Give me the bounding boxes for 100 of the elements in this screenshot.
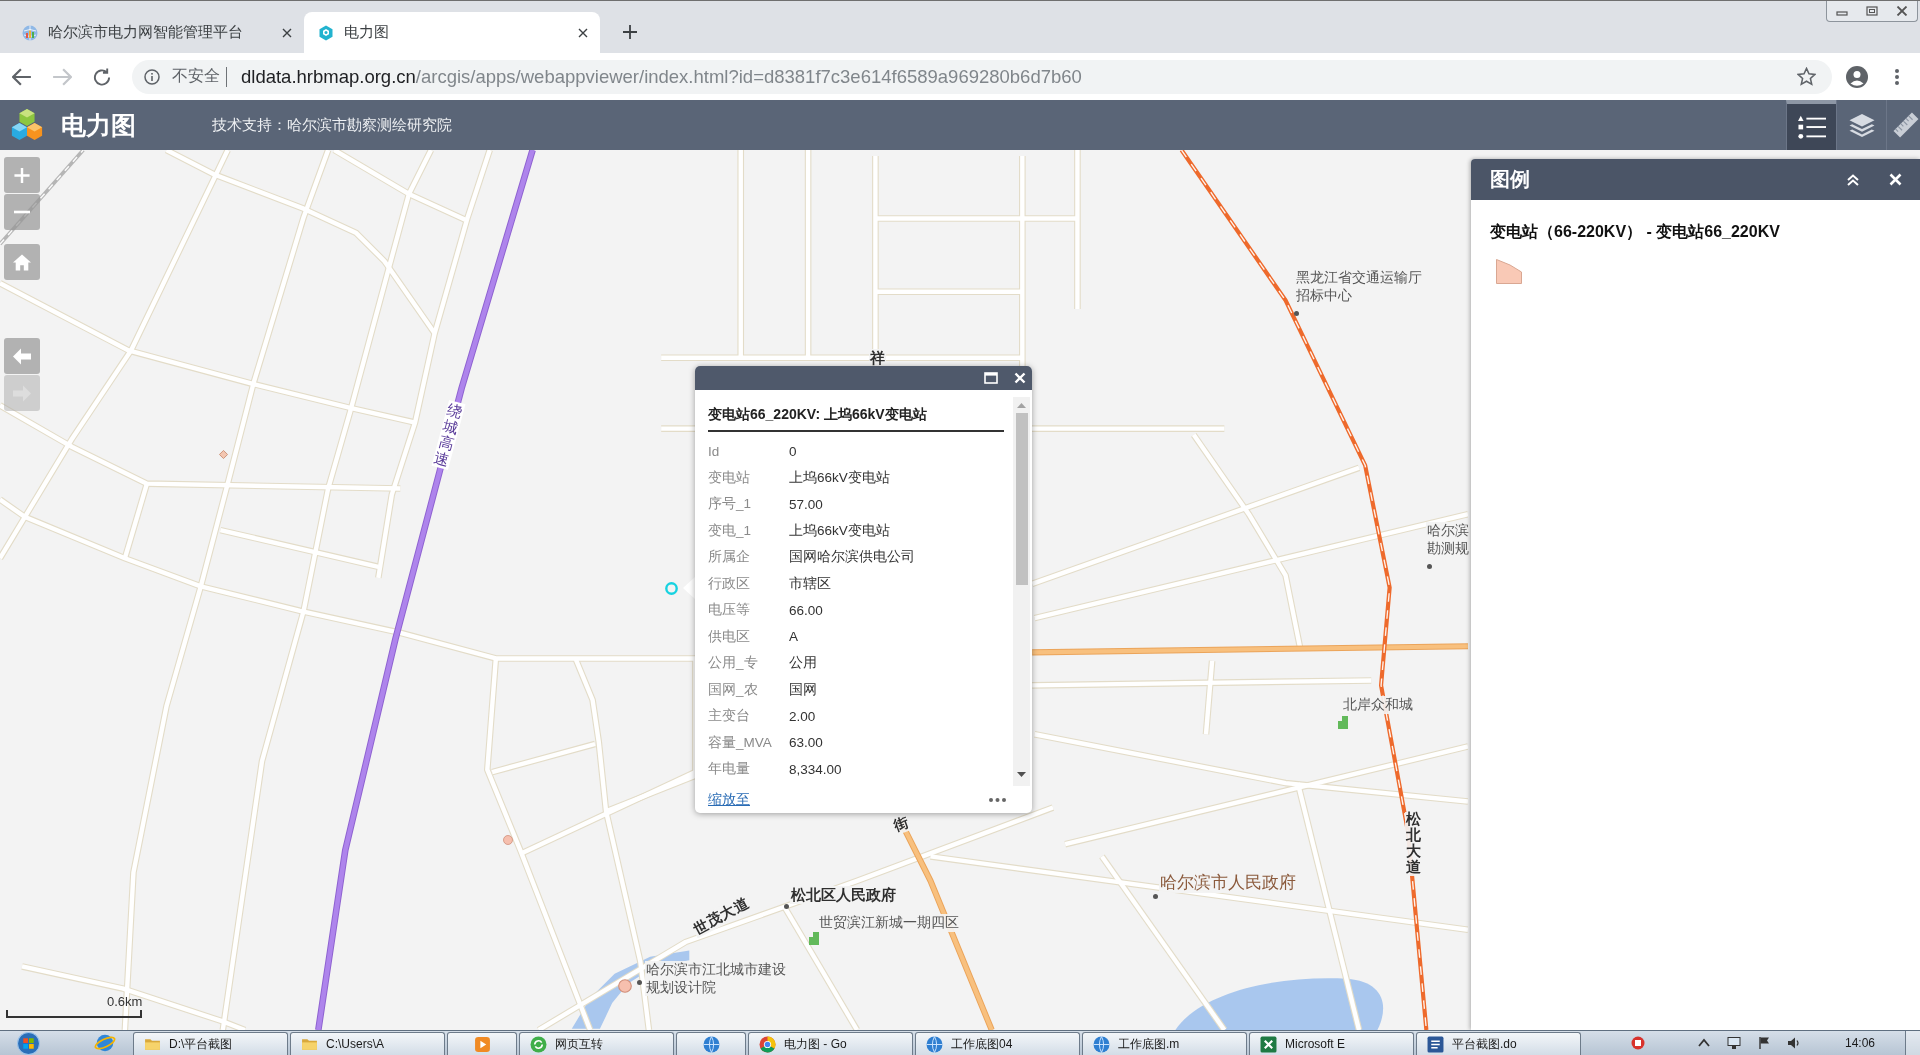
map-view[interactable] <box>0 150 1920 1030</box>
point-marker-icon[interactable] <box>637 980 642 985</box>
place-label: 哈尔滨市人民政府 <box>1159 872 1297 894</box>
app-tray-icon[interactable] <box>1630 1036 1645 1050</box>
info-icon[interactable] <box>144 68 160 85</box>
reload-icon[interactable] <box>92 67 112 86</box>
legend-title: 图例 <box>1490 167 1530 192</box>
place-label: 世贸滨江新城一期四区 <box>818 914 960 932</box>
zoom-to-link[interactable]: 缩放至 <box>708 790 750 809</box>
list-icon <box>1797 114 1826 140</box>
field-value: 上坞66kV变电站 <box>789 521 890 540</box>
taskbar-button[interactable]: Microsoft E <box>1249 1032 1414 1055</box>
browser-tab[interactable]: 电力图 <box>304 12 600 53</box>
circle-marker-icon[interactable] <box>618 979 632 993</box>
taskbar-button[interactable]: C:\Users\A <box>290 1032 445 1055</box>
scrollbar-thumb[interactable] <box>1015 413 1028 585</box>
app-title: 电力图 <box>61 109 136 141</box>
field-value: 8,334.00 <box>789 761 842 777</box>
star-icon[interactable] <box>1797 67 1816 86</box>
field-label: 供电区 <box>708 627 750 646</box>
point-marker-icon[interactable] <box>784 904 789 909</box>
field-label: 容量_MVA <box>708 733 772 752</box>
browser-icon <box>759 1035 776 1053</box>
globe-icon[interactable] <box>94 1033 116 1053</box>
field-label: 年电量 <box>708 760 750 779</box>
start-orb-icon[interactable] <box>17 1031 40 1055</box>
taskbar-button[interactable]: D:\平台截图 <box>133 1032 288 1055</box>
close-icon[interactable] <box>282 27 292 38</box>
show-desktop-button[interactable] <box>1905 1031 1920 1055</box>
circle-marker-icon[interactable] <box>503 835 513 845</box>
restore-icon[interactable] <box>1866 6 1878 16</box>
home-icon <box>13 253 31 271</box>
field-value: A <box>789 629 798 645</box>
ring-marker-icon[interactable] <box>665 582 678 595</box>
legend-layer-name: 变电站（66-220KV） - 变电站66_220KV <box>1490 222 1780 242</box>
globe-icon <box>926 1035 943 1053</box>
field-label: 主变台 <box>708 707 750 726</box>
document-icon <box>1427 1035 1444 1053</box>
diamond-marker-icon[interactable] <box>219 450 228 459</box>
field-value: 66.00 <box>789 602 823 618</box>
scrollbar-track[interactable] <box>1013 397 1030 786</box>
plus-icon <box>13 166 31 184</box>
place-label: 北岸众和城 <box>1342 696 1414 714</box>
globe-icon <box>702 1035 720 1053</box>
popup-title: 变电站66_220KV: 上坞66kV变电站 <box>708 406 927 423</box>
field-label: 国网_农 <box>708 680 758 699</box>
point-marker-icon[interactable] <box>1427 564 1432 569</box>
globe-icon <box>1093 1035 1110 1053</box>
field-label: 所属企 <box>708 548 750 567</box>
taskbar-button[interactable]: 平台截图.do <box>1416 1032 1581 1055</box>
field-value: 国网哈尔滨供电公司 <box>789 548 915 567</box>
address-field[interactable]: 不安全 dldata.hrbmap.org.cn/arcgis/apps/webappviewer/index.html?id=d8381f7c3e614f6589a969280b6d7b60 <box>132 59 1832 94</box>
legend-button[interactable] <box>1786 100 1836 150</box>
road-name-label: 祥 <box>869 349 886 368</box>
scale-label: 0.6km <box>107 994 143 1009</box>
minus-icon <box>13 210 31 214</box>
point-marker-icon[interactable] <box>1153 894 1158 899</box>
field-label: 变电站 <box>708 468 750 487</box>
plus-icon[interactable] <box>623 25 637 39</box>
field-value: 0 <box>789 443 797 459</box>
support-text: 技术支持：哈尔滨市勘察测绘研究院 <box>212 115 452 135</box>
taskbar-button[interactable]: 电力图 - Go <box>748 1032 913 1055</box>
flag-icon[interactable] <box>1756 1036 1771 1050</box>
browser-tab[interactable]: 哈尔滨市电力网智能管理平台 <box>8 12 304 53</box>
field-value: 公用 <box>789 654 817 673</box>
field-label: 序号_1 <box>708 495 752 514</box>
taskbar-button[interactable] <box>447 1032 517 1055</box>
arrow-left-icon <box>13 347 31 365</box>
field-value: 市辖区 <box>789 574 831 593</box>
collapse-icon[interactable] <box>1846 173 1860 186</box>
account-icon[interactable] <box>1846 65 1868 88</box>
taskbar-button[interactable]: 工作底图.m <box>1082 1032 1247 1055</box>
field-label: 行政区 <box>708 574 750 593</box>
hexagon-icon <box>318 24 334 41</box>
field-value: 上坞66kV变电站 <box>789 468 890 487</box>
url-text: dldata.hrbmap.org.cn/arcgis/apps/webappviewer/index.html?id=d8381f7c3e614f6589a969280b6d7b60 <box>241 65 1082 88</box>
point-marker-icon[interactable] <box>1294 311 1299 316</box>
menu-icon[interactable] <box>1894 67 1900 86</box>
taskbar-button[interactable]: 工作底图04 <box>915 1032 1080 1055</box>
close-icon[interactable] <box>578 27 588 38</box>
road-name-label: 绕城高速 <box>431 399 466 471</box>
field-value: 63.00 <box>789 735 823 751</box>
taskbar-button[interactable]: 网页互转 <box>519 1032 674 1055</box>
place-label: 松北区人民政府 <box>790 886 897 905</box>
maximize-icon[interactable] <box>984 372 998 384</box>
security-label: 不安全 <box>172 66 220 86</box>
polygon-swatch-icon <box>1496 259 1522 284</box>
back-arrow-icon[interactable] <box>12 67 32 86</box>
popup-pointer <box>683 577 695 599</box>
more-icon[interactable] <box>989 797 1006 802</box>
field-label: 公用_专 <box>708 654 758 673</box>
monitor-icon[interactable] <box>1726 1036 1741 1050</box>
field-label: 电压等 <box>708 601 750 620</box>
sync-icon <box>530 1035 547 1053</box>
zoom-out-button[interactable] <box>4 194 40 230</box>
speaker-icon[interactable] <box>1786 1036 1801 1050</box>
play-icon <box>473 1035 491 1053</box>
close-icon[interactable] <box>1896 6 1908 16</box>
taskbar-button[interactable] <box>676 1032 746 1055</box>
scroll-down-icon[interactable] <box>1017 772 1026 777</box>
